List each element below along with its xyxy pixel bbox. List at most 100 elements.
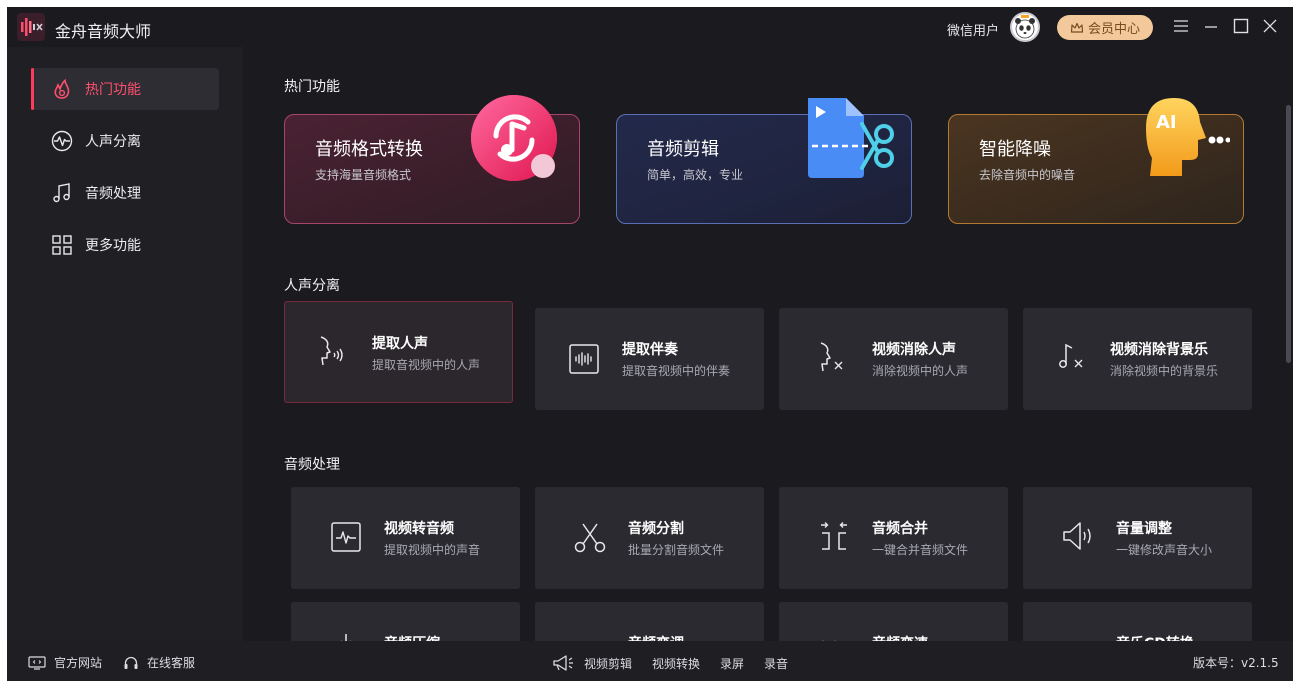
card-subtitle: 去除音频中的噪音: [979, 168, 1076, 182]
sidebar-item-audio[interactable]: 音频处理: [31, 172, 219, 214]
waveform-box-icon: [569, 344, 599, 374]
title-bar: 金舟音频大师 微信用户 会员中心: [7, 7, 1293, 47]
waveform-circle-icon: [51, 130, 73, 152]
card-subtitle: 支持海量音频格式: [315, 168, 412, 182]
merge-icon: [821, 522, 847, 550]
app-title: 金舟音频大师: [55, 22, 152, 41]
maximize-icon[interactable]: [1232, 17, 1250, 35]
minimize-icon[interactable]: [1202, 17, 1220, 35]
card-video-to-audio[interactable]: 视频转音频 提取视频中的声音: [291, 487, 520, 589]
card-title: 音频压缩: [384, 633, 440, 641]
card-extract-accompaniment[interactable]: 提取伴奏 提取音视频中的伴奏: [535, 308, 764, 410]
card-audio-speed[interactable]: 音频变速: [779, 602, 1008, 641]
menu-icon[interactable]: [1172, 17, 1190, 35]
card-extract-vocal[interactable]: 提取人声 提取音视频中的人声: [284, 301, 513, 403]
vip-center-button[interactable]: 会员中心: [1057, 15, 1153, 40]
music-convert-icon: [471, 95, 557, 181]
card-title: 音频合并: [872, 521, 928, 537]
card-subtitle: 提取视频中的声音: [384, 543, 481, 557]
card-title: 音频变速: [872, 633, 928, 641]
card-volume-adjust[interactable]: 音量调整 一键修改声音大小: [1023, 487, 1252, 589]
svg-text:AI: AI: [1156, 112, 1177, 133]
hot-card-noise-reduce[interactable]: 智能降噪 去除音频中的噪音 AI: [948, 98, 1244, 224]
section-title-audio: 音频处理: [284, 457, 340, 473]
footer-link-video-edit[interactable]: 视频剪辑: [584, 655, 632, 672]
monitor-icon: [28, 655, 46, 670]
card-title: 视频消除人声: [872, 342, 956, 358]
card-subtitle: 一键修改声音大小: [1116, 543, 1213, 557]
card-subtitle: 一键合并音频文件: [872, 543, 969, 557]
card-cd-convert[interactable]: 音乐CD转换: [1023, 602, 1252, 641]
hot-card-audio-edit[interactable]: 音频剪辑 简单，高效，专业: [616, 98, 912, 224]
card-title: 提取伴奏: [622, 342, 678, 358]
panda-avatar-icon: [1015, 15, 1035, 39]
card-remove-vocal[interactable]: 视频消除人声 消除视频中的人声: [779, 308, 1008, 410]
footer-links: 视频剪辑 视频转换 录屏 录音: [552, 654, 788, 672]
card-title: 音量调整: [1116, 521, 1172, 537]
music-remove-icon: [1059, 343, 1083, 368]
headset-icon: [124, 656, 138, 669]
vip-label: 会员中心: [1087, 22, 1140, 37]
card-subtitle: 消除视频中的人声: [872, 364, 969, 378]
cd-icon: [1061, 634, 1095, 641]
pulse-box-icon: [331, 522, 361, 552]
card-subtitle: 提取音视频中的伴奏: [622, 364, 731, 378]
app-window: 金舟音频大师 微信用户 会员中心 热门功能 人声分离 音频处理 更多功能 热门功…: [7, 7, 1293, 681]
card-remove-bgm[interactable]: 视频消除背景乐 消除视频中的背景乐: [1023, 308, 1252, 410]
sidebar: 热门功能 人声分离 音频处理 更多功能: [7, 47, 243, 641]
voice-head-icon: [320, 336, 343, 366]
grid-icon: [52, 235, 72, 255]
version-label: 版本号：v2.1.5: [1193, 656, 1279, 670]
sidebar-item-hot[interactable]: 热门功能: [31, 68, 219, 110]
main-content: 热门功能 音频格式转换 支持海量音频格式 音频剪辑 简单，高效，专业 智能降噪 …: [243, 47, 1293, 641]
hot-card-format-convert[interactable]: 音频格式转换 支持海量音频格式: [284, 95, 580, 224]
avatar[interactable]: [1010, 12, 1040, 42]
sidebar-item-vocal[interactable]: 人声分离: [31, 120, 219, 162]
card-title: 音频分割: [628, 521, 684, 537]
flame-icon: [54, 78, 70, 99]
card-audio-split[interactable]: 音频分割 批量分割音频文件: [535, 487, 764, 589]
ai-head-icon: AI: [1146, 98, 1230, 176]
footer-link-audio-record[interactable]: 录音: [764, 655, 788, 672]
footer-bar: 官方网站 在线客服 视频剪辑 视频转换 录屏 录音 版本号：v2.1.5: [7, 641, 1293, 681]
user-name[interactable]: 微信用户: [947, 20, 999, 39]
footer-link-screen-record[interactable]: 录屏: [720, 655, 744, 672]
card-subtitle: 提取音视频中的人声: [372, 358, 481, 372]
scissors-icon: [574, 523, 606, 553]
version-info: 版本号：v2.1.5: [1193, 654, 1279, 671]
video-scissors-icon: [808, 98, 894, 178]
sidebar-item-more[interactable]: 更多功能: [31, 224, 219, 266]
equalizer-icon: [573, 634, 607, 641]
megaphone-icon: [553, 655, 573, 671]
voice-remove-icon: [820, 342, 843, 372]
official-website-link[interactable]: 官方网站: [28, 654, 102, 671]
speed-icon: [822, 640, 836, 641]
speaker-icon: [1063, 522, 1091, 550]
card-title: 视频消除背景乐: [1110, 342, 1208, 358]
card-audio-merge[interactable]: 音频合并 一键合并音频文件: [779, 487, 1008, 589]
main-scrollbar[interactable]: [1286, 105, 1291, 363]
card-subtitle: 简单，高效，专业: [647, 168, 744, 182]
website-label: 官方网站: [54, 656, 103, 670]
sidebar-item-label: 热门功能: [85, 82, 141, 98]
online-support-link[interactable]: 在线客服: [123, 654, 195, 671]
card-subtitle: 消除视频中的背景乐: [1110, 364, 1219, 378]
compress-icon: [341, 634, 351, 641]
card-title: 音频剪辑: [647, 139, 719, 160]
sidebar-item-label: 更多功能: [85, 238, 141, 254]
card-audio-pitch[interactable]: 音频变调: [535, 602, 764, 641]
section-title-vocal: 人声分离: [284, 278, 340, 294]
card-title: 音乐CD转换: [1116, 633, 1194, 641]
app-logo-icon: [17, 13, 45, 41]
card-title: 智能降噪: [979, 139, 1051, 160]
footer-link-video-convert[interactable]: 视频转换: [652, 655, 700, 672]
music-note-icon: [53, 183, 70, 203]
card-title: 视频转音频: [384, 521, 454, 537]
section-title-hot: 热门功能: [284, 79, 340, 95]
card-title: 音频变调: [628, 633, 684, 641]
card-audio-compress[interactable]: 音频压缩: [291, 602, 520, 641]
card-title: 音频格式转换: [315, 139, 423, 160]
close-icon[interactable]: [1261, 17, 1279, 35]
sidebar-item-label: 音频处理: [85, 186, 141, 202]
support-label: 在线客服: [147, 656, 196, 670]
